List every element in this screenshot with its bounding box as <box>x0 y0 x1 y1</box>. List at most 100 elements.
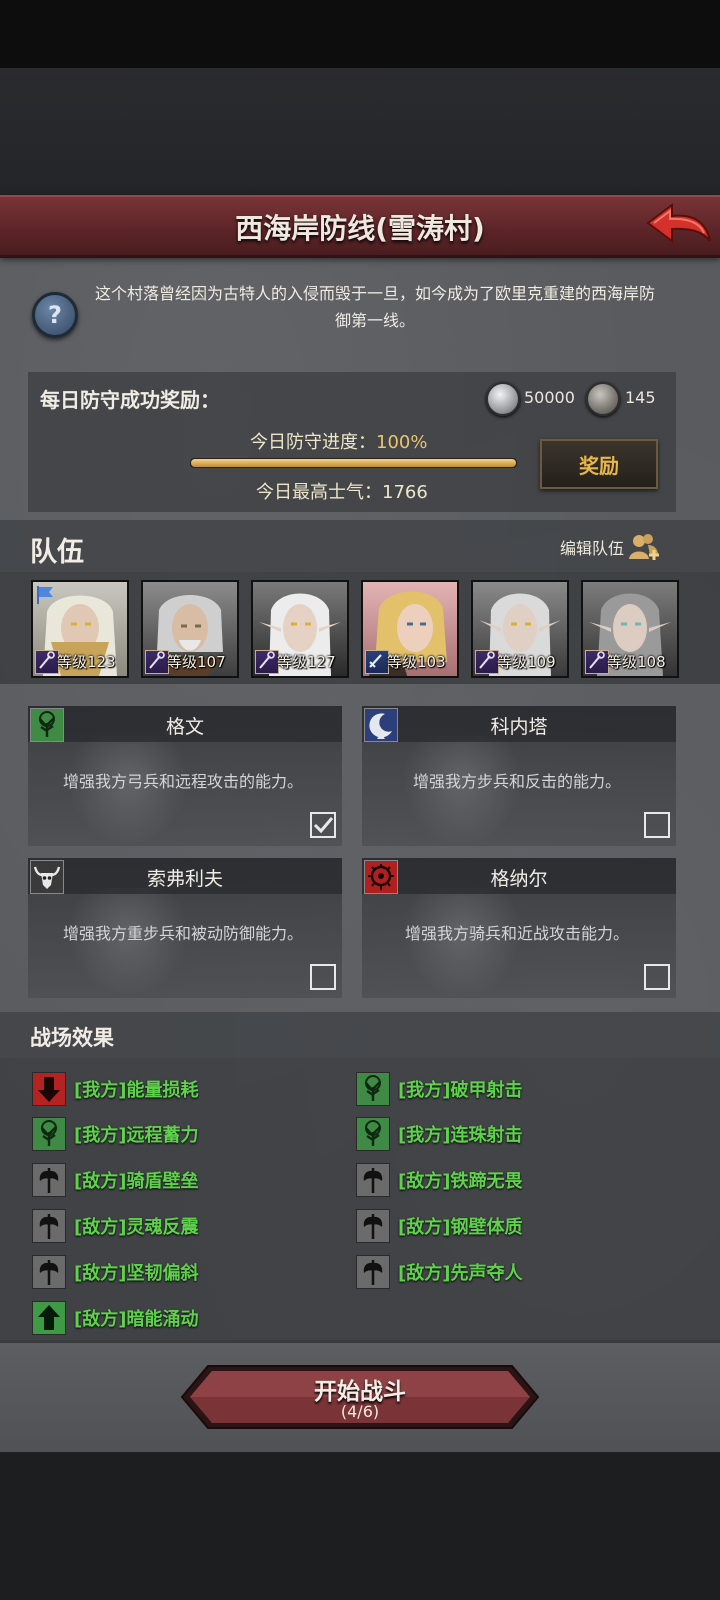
effect-item[interactable]: [敌方]骑盾壁垒 <box>32 1162 198 1198</box>
progress-bar <box>190 458 517 468</box>
edit-team-label: 编辑队伍 <box>560 539 625 558</box>
commander-checkbox-checked[interactable] <box>310 812 336 838</box>
commander-card-2[interactable]: 科内塔 增强我方步兵和反击的能力。 <box>362 706 676 846</box>
hero-level: 等级109 <box>497 653 556 671</box>
staff-class-icon <box>35 650 59 674</box>
commander-name: 科内塔 <box>490 716 548 738</box>
effect-label: [我方]远程蓄力 <box>74 1125 199 1146</box>
axe-icon <box>356 1163 390 1197</box>
hero-slot-6[interactable]: 等级108 <box>581 580 679 678</box>
effect-label: [敌方]暗能涌动 <box>74 1309 199 1330</box>
hero-level: 等级107 <box>167 653 226 671</box>
axe-icon <box>356 1255 390 1289</box>
commander-card-3[interactable]: 索弗利夫 增强我方重步兵和被动防御能力。 <box>28 858 342 998</box>
start-battle-label: 开始战斗 <box>314 1379 406 1405</box>
effects-header: 战场效果 <box>0 1012 720 1058</box>
effect-label: [我方]破甲射击 <box>398 1080 523 1101</box>
effect-item[interactable]: [我方]远程蓄力 <box>32 1116 198 1152</box>
effect-item[interactable]: [我方]能量损耗 <box>32 1071 198 1107</box>
hero-level: 等级123 <box>57 653 116 671</box>
effect-label: [敌方]灵魂反震 <box>74 1217 199 1238</box>
morale-label: 今日最高士气：1766 <box>256 482 428 503</box>
iron-amount: 145 <box>625 388 656 407</box>
sword-class-icon <box>365 650 389 674</box>
effect-label: [我方]连珠射击 <box>398 1125 523 1146</box>
hero-level: 等级103 <box>387 653 446 671</box>
effect-item[interactable]: [敌方]灵魂反震 <box>32 1208 198 1244</box>
commander-description: 增强我方弓兵和远程攻击的能力。 <box>62 772 303 791</box>
top-status-bar <box>0 0 720 68</box>
hero-slot-4[interactable]: 等级103 <box>361 580 459 678</box>
reward-title: 每日防守成功奖励： <box>40 388 220 412</box>
commander-checkbox[interactable] <box>644 812 670 838</box>
effect-item[interactable]: [敌方]暗能涌动 <box>32 1300 198 1336</box>
attempts-count: (4/6) <box>340 1402 380 1421</box>
page-title: 西海岸防线(雪涛村) <box>235 212 485 245</box>
commander-checkbox[interactable] <box>310 964 336 990</box>
commander-name: 格文 <box>165 716 204 738</box>
title-bar: 西海岸防线(雪涛村) <box>0 195 720 258</box>
commander-description: 增强我方骑兵和近战攻击能力。 <box>404 924 629 943</box>
hero-level: 等级127 <box>277 653 336 671</box>
effect-label: [敌方]坚韧偏斜 <box>74 1263 199 1284</box>
edit-team-icon <box>629 534 660 560</box>
daily-reward-box: 每日防守成功奖励： 50000 145 今日防守进度：100% 今日最高士气：1… <box>28 372 676 512</box>
intro-text: 这个村落曾经因为古特人的入侵而毁于一旦，如今成为了欧里克重建的西海岸防御第一线。 <box>94 284 655 330</box>
lower-background <box>0 1452 720 1600</box>
team-title: 队伍 <box>30 537 84 568</box>
axe-icon <box>32 1255 66 1289</box>
tree-icon <box>356 1117 390 1151</box>
effects-title: 战场效果 <box>30 1026 114 1050</box>
progress-value: 100% <box>376 432 428 453</box>
commander-header: 科内塔 <box>362 706 676 742</box>
commander-description: 增强我方步兵和反击的能力。 <box>412 772 621 791</box>
tree-icon <box>356 1072 390 1106</box>
iron-coin-icon <box>586 382 620 416</box>
effect-item[interactable]: [敌方]先声夺人 <box>356 1254 522 1290</box>
start-battle-button[interactable]: 开始战斗 (4/6) <box>180 1364 540 1430</box>
effect-label: [敌方]铁蹄无畏 <box>398 1171 523 1192</box>
tree-icon <box>32 1117 66 1151</box>
claim-reward-button[interactable]: 奖励 <box>540 439 658 489</box>
red-down-arrow-icon <box>32 1072 66 1106</box>
edit-team-button[interactable]: 编辑队伍 <box>560 532 660 562</box>
green-up-arrow-icon <box>32 1301 66 1335</box>
effect-label: [敌方]钢壁体质 <box>398 1217 523 1238</box>
commander-name: 格纳尔 <box>490 868 548 890</box>
effect-item[interactable]: [我方]破甲射击 <box>356 1071 522 1107</box>
effect-item[interactable]: [敌方]铁蹄无畏 <box>356 1162 522 1198</box>
commander-card-1[interactable]: 格文 增强我方弓兵和远程攻击的能力。 <box>28 706 342 846</box>
effect-item[interactable]: [敌方]钢壁体质 <box>356 1208 522 1244</box>
commander-description: 增强我方重步兵和被动防御能力。 <box>62 924 303 943</box>
staff-class-icon <box>145 650 169 674</box>
axe-icon <box>32 1163 66 1197</box>
flag-icon <box>37 586 53 604</box>
staff-class-icon <box>475 650 499 674</box>
axe-icon <box>32 1209 66 1243</box>
staff-class-icon <box>585 650 609 674</box>
commander-header: 格纳尔 <box>362 858 676 894</box>
hero-level: 等级108 <box>607 653 666 671</box>
effect-label: [我方]能量损耗 <box>74 1080 199 1101</box>
hero-slot-5[interactable]: 等级109 <box>471 580 569 678</box>
hero-slot-1[interactable]: 等级123 <box>31 580 129 678</box>
team-row: 等级123 等级107 等级127 等级103 等级109 等级108 <box>0 572 720 684</box>
axe-icon <box>356 1209 390 1243</box>
silver-amount: 50000 <box>524 388 575 407</box>
effect-item[interactable]: [敌方]坚韧偏斜 <box>32 1254 198 1290</box>
commander-checkbox[interactable] <box>644 964 670 990</box>
effect-item[interactable]: [我方]连珠射击 <box>356 1116 522 1152</box>
hero-slot-2[interactable]: 等级107 <box>141 580 239 678</box>
back-button[interactable] <box>644 203 714 247</box>
effect-label: [敌方]骑盾壁垒 <box>74 1171 199 1192</box>
checkmark-icon <box>313 817 334 834</box>
hero-slot-3[interactable]: 等级127 <box>251 580 349 678</box>
intro-section: ? 这个村落曾经因为古特人的入侵而毁于一旦，如今成为了欧里克重建的西海岸防御第一… <box>28 278 693 338</box>
back-arrow-icon <box>646 203 711 243</box>
team-header: 队伍 编辑队伍 <box>0 520 720 572</box>
question-mark-icon[interactable]: ? <box>32 292 78 338</box>
commander-header: 格文 <box>28 706 342 742</box>
upper-background <box>0 68 720 195</box>
commander-card-4[interactable]: 格纳尔 增强我方骑兵和近战攻击能力。 <box>362 858 676 998</box>
staff-class-icon <box>255 650 279 674</box>
